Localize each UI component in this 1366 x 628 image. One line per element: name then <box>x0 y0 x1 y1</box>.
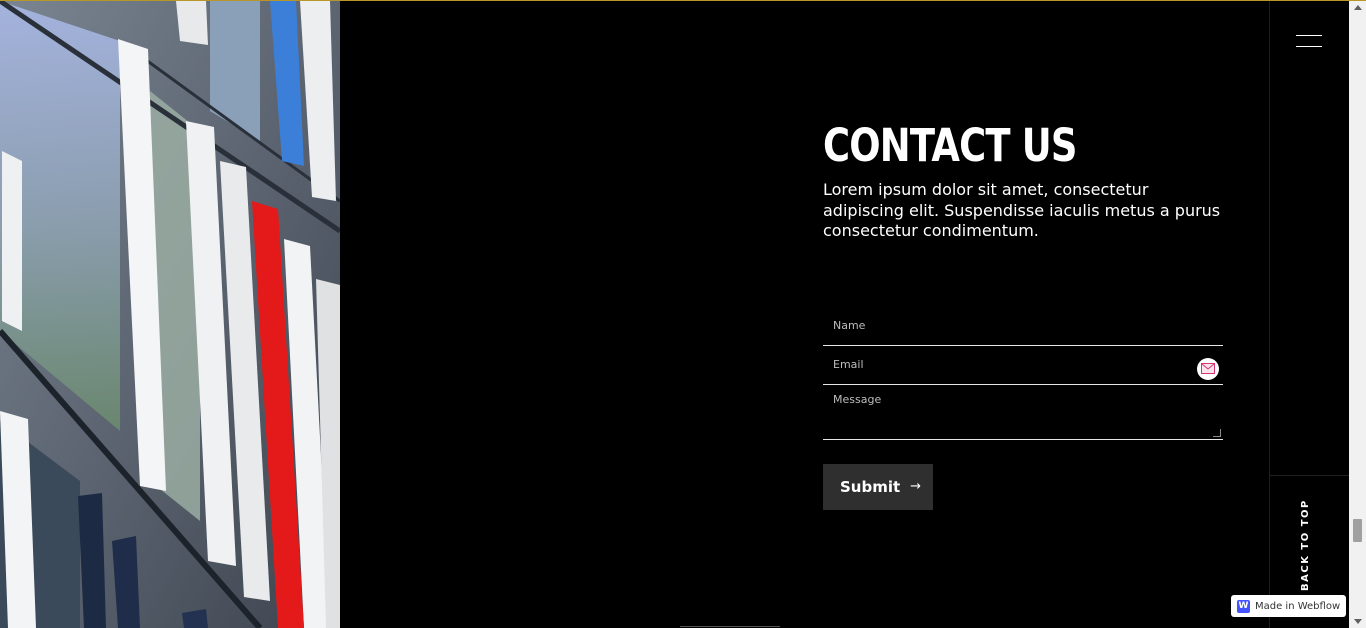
contact-description: Lorem ipsum dolor sit amet, consectetur … <box>823 180 1221 240</box>
email-input[interactable] <box>823 345 1223 384</box>
webflow-badge-label: Made in Webflow <box>1255 600 1341 612</box>
envelope-icon[interactable] <box>1197 357 1219 380</box>
made-in-webflow-badge[interactable]: W Made in Webflow <box>1231 595 1347 617</box>
contact-form: Submit → <box>823 306 1223 510</box>
resize-handle-icon[interactable] <box>1213 428 1221 437</box>
message-textarea[interactable] <box>823 384 1223 439</box>
arrow-right-icon: → <box>910 479 922 494</box>
webflow-logo-icon: W <box>1237 599 1250 613</box>
message-field-wrapper <box>823 384 1223 440</box>
back-to-top-link[interactable]: BACK TO TOP <box>1300 499 1311 591</box>
scrollbar-thumb[interactable] <box>1353 519 1362 542</box>
menu-line-bottom <box>1296 46 1322 47</box>
submit-button[interactable]: Submit → <box>823 463 934 510</box>
facade-illustration <box>0 1 340 628</box>
email-field-wrapper <box>823 345 1223 385</box>
page-scrollbar[interactable] <box>1349 1 1366 628</box>
submit-label: Submit <box>840 477 901 496</box>
facade-photo <box>0 1 340 628</box>
page-title: CONTACT US <box>823 119 1077 172</box>
hamburger-menu-icon[interactable] <box>1296 33 1324 51</box>
main-section: CONTACT US Lorem ipsum dolor sit amet, c… <box>340 1 1269 628</box>
scroll-down-arrow-icon[interactable] <box>1354 619 1362 624</box>
name-field-wrapper <box>823 306 1223 346</box>
contact-block: CONTACT US Lorem ipsum dolor sit amet, c… <box>823 123 1223 510</box>
scroll-up-arrow-icon[interactable] <box>1354 5 1362 10</box>
rail-divider <box>1270 475 1350 476</box>
menu-line-top <box>1296 35 1322 36</box>
name-input[interactable] <box>823 306 1223 345</box>
right-rail: BACK TO TOP <box>1269 1 1350 628</box>
